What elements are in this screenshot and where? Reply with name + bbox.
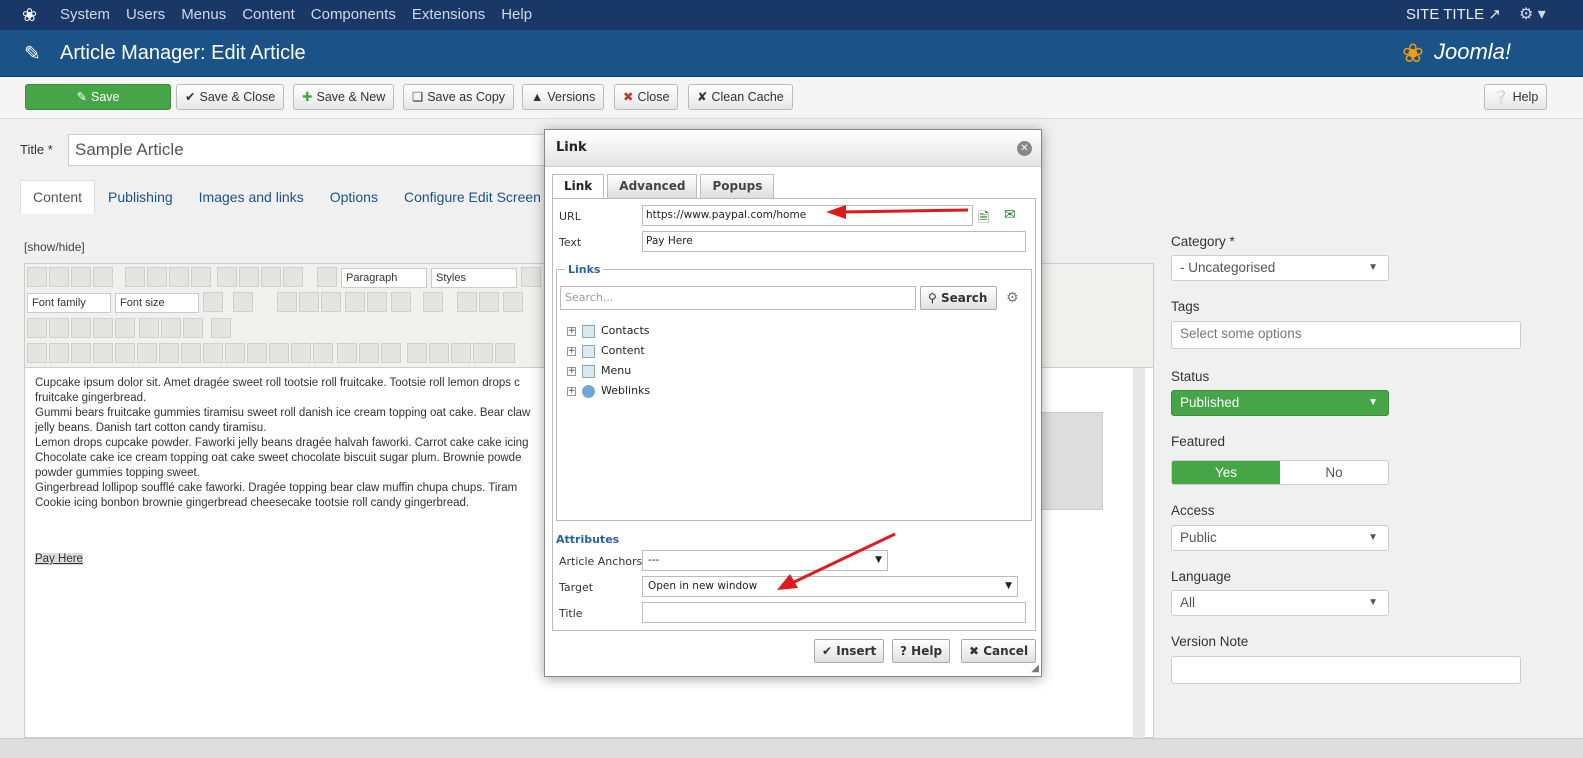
target-arrow-line	[791, 532, 896, 585]
url-arrow	[826, 205, 969, 219]
annotation-arrows	[777, 205, 969, 590]
url-arrow-line	[841, 208, 969, 214]
target-arrow	[777, 532, 896, 590]
url-arrow-head	[826, 205, 846, 219]
